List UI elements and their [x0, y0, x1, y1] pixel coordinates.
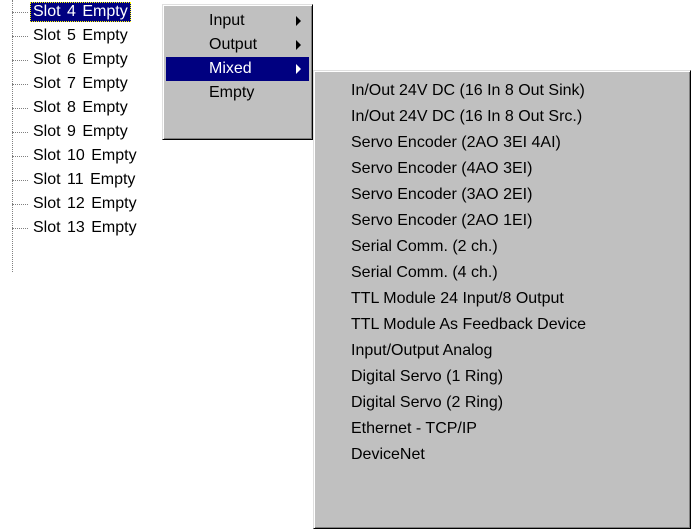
submenu-item[interactable]: Servo Encoder (3AO 2EI) — [317, 182, 687, 208]
tree-item-slot-7[interactable]: Slot 7 Empty — [12, 73, 131, 95]
menu-item-label: Output — [209, 36, 258, 53]
tree-item-label[interactable]: Slot 6 Empty — [30, 50, 131, 70]
tree-item-label[interactable]: Slot 11 Empty — [30, 170, 138, 190]
context-menu: Input Output Mixed Empty — [162, 4, 313, 140]
tree-item-label[interactable]: Slot 13 Empty — [30, 218, 140, 238]
tree-item-slot-11[interactable]: Slot 11 Empty — [12, 169, 138, 191]
menu-item-label: Input — [209, 12, 245, 29]
tree-item-label[interactable]: Slot 5 Empty — [30, 26, 131, 46]
submenu-item[interactable]: Servo Encoder (2AO 3EI 4AI) — [317, 130, 687, 156]
tree-branch-line — [12, 11, 28, 13]
tree-branch-line — [12, 155, 28, 157]
tree-branch-line — [12, 107, 28, 109]
menu-item-empty[interactable]: Empty — [166, 81, 309, 105]
tree-branch-line — [12, 131, 28, 133]
tree-item-label[interactable]: Slot 4 Empty — [30, 2, 131, 22]
submenu-item[interactable]: Input/Output Analog — [317, 338, 687, 364]
menu-item-output[interactable]: Output — [166, 33, 309, 57]
tree-item-label[interactable]: Slot 10 Empty — [30, 146, 140, 166]
tree-item-slot-13[interactable]: Slot 13 Empty — [12, 217, 140, 239]
submenu-item[interactable]: Digital Servo (2 Ring) — [317, 390, 687, 416]
submenu-item[interactable]: DeviceNet — [317, 442, 687, 468]
submenu-item[interactable]: Serial Comm. (2 ch.) — [317, 234, 687, 260]
submenu-arrow-icon — [296, 64, 301, 74]
tree-item-slot-10[interactable]: Slot 10 Empty — [12, 145, 140, 167]
tree-item-slot-9[interactable]: Slot 9 Empty — [12, 121, 131, 143]
tree-item-slot-6[interactable]: Slot 6 Empty — [12, 49, 131, 71]
submenu-item[interactable]: Digital Servo (1 Ring) — [317, 364, 687, 390]
tree-branch-line — [12, 83, 28, 85]
submenu-item[interactable]: Serial Comm. (4 ch.) — [317, 260, 687, 286]
menu-item-mixed[interactable]: Mixed — [166, 57, 309, 81]
tree-branch-line — [12, 203, 28, 205]
stage: Slot 4 Empty Slot 5 Empty Slot 6 Empty S… — [0, 0, 691, 529]
tree-item-slot-8[interactable]: Slot 8 Empty — [12, 97, 131, 119]
tree-item-label[interactable]: Slot 8 Empty — [30, 98, 131, 118]
submenu-item[interactable]: In/Out 24V DC (16 In 8 Out Sink) — [317, 78, 687, 104]
submenu-item[interactable]: TTL Module As Feedback Device — [317, 312, 687, 338]
tree-branch-line — [12, 59, 28, 61]
submenu-item[interactable]: Servo Encoder (4AO 3EI) — [317, 156, 687, 182]
tree-item-slot-12[interactable]: Slot 12 Empty — [12, 193, 140, 215]
submenu-item[interactable]: In/Out 24V DC (16 In 8 Out Src.) — [317, 104, 687, 130]
submenu-item[interactable]: TTL Module 24 Input/8 Output — [317, 286, 687, 312]
submenu-item[interactable]: Ethernet - TCP/IP — [317, 416, 687, 442]
menu-item-label: Mixed — [209, 60, 252, 77]
menu-item-input[interactable]: Input — [166, 9, 309, 33]
mixed-submenu: In/Out 24V DC (16 In 8 Out Sink) In/Out … — [313, 70, 691, 529]
submenu-arrow-icon — [296, 16, 301, 26]
tree-item-label[interactable]: Slot 12 Empty — [30, 194, 140, 214]
tree-branch-line — [12, 227, 28, 229]
menu-item-label: Empty — [209, 84, 255, 101]
tree-item-label[interactable]: Slot 7 Empty — [30, 74, 131, 94]
submenu-item[interactable]: Servo Encoder (2AO 1EI) — [317, 208, 687, 234]
tree-branch-line — [12, 35, 28, 37]
tree-item-slot-4[interactable]: Slot 4 Empty — [12, 1, 131, 23]
submenu-arrow-icon — [296, 40, 301, 50]
tree-item-label[interactable]: Slot 9 Empty — [30, 122, 131, 142]
tree-item-slot-5[interactable]: Slot 5 Empty — [12, 25, 131, 47]
tree-branch-line — [12, 179, 28, 181]
